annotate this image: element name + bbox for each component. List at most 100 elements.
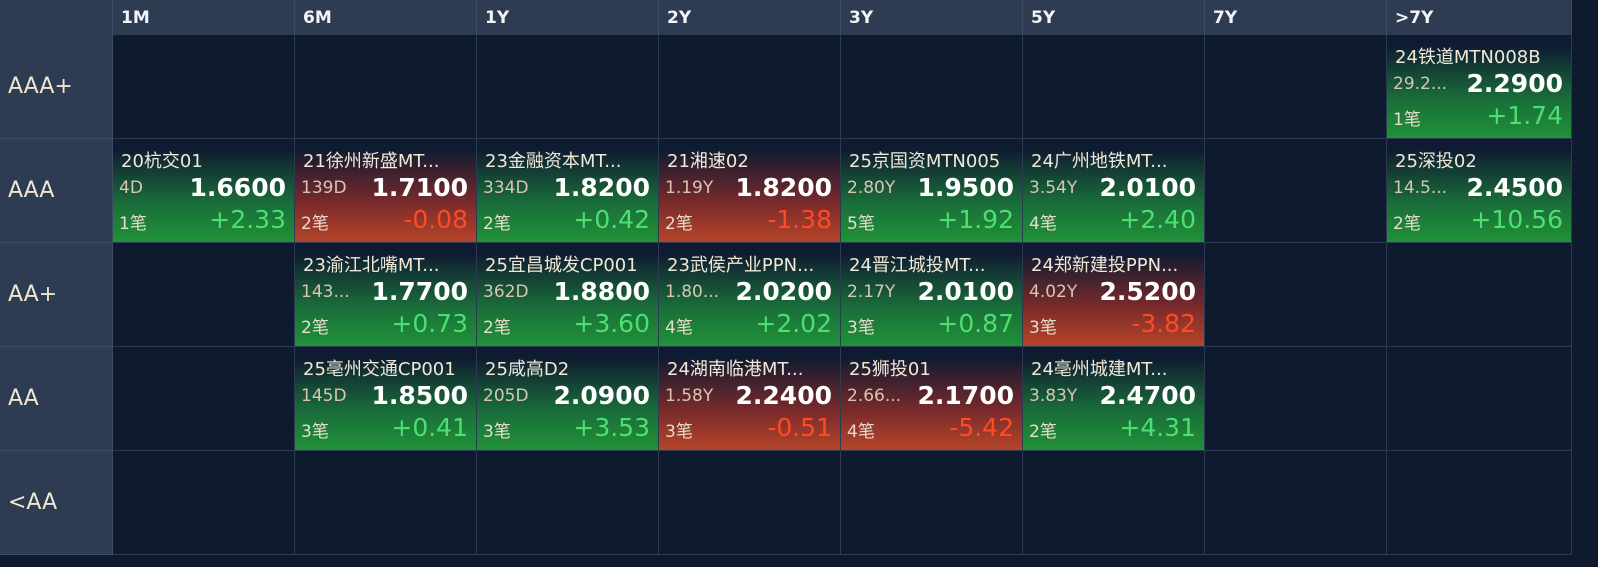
matrix-cell: 25京国资MTN005 2.80Y 1.9500 5笔 +1.92 bbox=[841, 139, 1023, 243]
trade-count: 5笔 bbox=[847, 214, 875, 234]
col-header-2y[interactable]: 2Y bbox=[659, 0, 841, 35]
matrix-cell: 25深投02 14.5... 2.4500 2笔 +10.56 bbox=[1387, 139, 1572, 243]
bond-name: 24湖南临港MT... bbox=[667, 359, 804, 380]
matrix-cell: 21徐州新盛MT... 139D 1.7100 2笔 -0.08 bbox=[295, 139, 477, 243]
bond-term: 334D bbox=[483, 178, 529, 198]
bond-term: 2.80Y bbox=[847, 178, 896, 198]
matrix-cell: 25亳州交通CP001 145D 1.8500 3笔 +0.41 bbox=[295, 347, 477, 451]
matrix-cell bbox=[659, 451, 841, 555]
bond-term: 362D bbox=[483, 282, 529, 302]
matrix-cell bbox=[113, 35, 295, 139]
rating-term-matrix: 1M 6M 1Y 2Y 3Y 5Y 7Y >7Y AAA+ 24铁道MTN008B… bbox=[0, 0, 1572, 555]
bond-card[interactable]: 24湖南临港MT... 1.58Y 2.2400 3笔 -0.51 bbox=[659, 347, 840, 450]
bond-card[interactable]: 24铁道MTN008B 29.2... 2.2900 1笔 +1.74 bbox=[1387, 35, 1571, 138]
yield-change: +0.41 bbox=[391, 413, 468, 442]
bond-card[interactable]: 23武侯产业PPN... 1.80... 2.0200 4笔 +2.02 bbox=[659, 243, 840, 346]
row-header-aa[interactable]: AA bbox=[0, 347, 113, 451]
trade-count: 2笔 bbox=[665, 214, 693, 234]
bond-card[interactable]: 25咸高D2 205D 2.0900 3笔 +3.53 bbox=[477, 347, 658, 450]
bond-name: 20杭交01 bbox=[121, 151, 203, 172]
bond-term: 14.5... bbox=[1393, 178, 1448, 198]
bond-card[interactable]: 25深投02 14.5... 2.4500 2笔 +10.56 bbox=[1387, 139, 1571, 242]
bond-yield: 1.7100 bbox=[371, 173, 468, 202]
yield-change: +0.42 bbox=[573, 205, 650, 234]
matrix-cell: 20杭交01 4D 1.6600 1笔 +2.33 bbox=[113, 139, 295, 243]
yield-change: +1.74 bbox=[1486, 101, 1563, 130]
bond-yield: 1.8800 bbox=[553, 277, 650, 306]
matrix-cell bbox=[1205, 451, 1387, 555]
bond-card[interactable]: 24晋江城投MT... 2.17Y 2.0100 3笔 +0.87 bbox=[841, 243, 1022, 346]
bond-name: 24亳州城建MT... bbox=[1031, 359, 1168, 380]
bond-name: 25咸高D2 bbox=[485, 359, 570, 380]
col-header-3y[interactable]: 3Y bbox=[841, 0, 1023, 35]
yield-change: -5.42 bbox=[949, 413, 1014, 442]
bond-name: 21湘速02 bbox=[667, 151, 749, 172]
bond-term: 3.83Y bbox=[1029, 386, 1078, 406]
matrix-cell bbox=[841, 451, 1023, 555]
matrix-cell bbox=[1205, 139, 1387, 243]
bond-name: 23武侯产业PPN... bbox=[667, 255, 815, 276]
row-header-aaa[interactable]: AAA bbox=[0, 139, 113, 243]
bond-name: 23金融资本MT... bbox=[485, 151, 622, 172]
bond-term: 1.80... bbox=[665, 282, 720, 302]
col-header-7y[interactable]: 7Y bbox=[1205, 0, 1387, 35]
col-header-1y[interactable]: 1Y bbox=[477, 0, 659, 35]
yield-change: +1.92 bbox=[937, 205, 1014, 234]
bond-name: 23渝江北嘴MT... bbox=[303, 255, 440, 276]
matrix-cell bbox=[295, 451, 477, 555]
bond-term: 3.54Y bbox=[1029, 178, 1078, 198]
bond-name: 24郑新建投PPN... bbox=[1031, 255, 1179, 276]
col-header-6m[interactable]: 6M bbox=[295, 0, 477, 35]
matrix-cell bbox=[1205, 347, 1387, 451]
bond-name: 24广州地铁MT... bbox=[1031, 151, 1168, 172]
matrix-cell bbox=[113, 243, 295, 347]
yield-change: +3.53 bbox=[573, 413, 650, 442]
bond-card[interactable]: 23金融资本MT... 334D 1.8200 2笔 +0.42 bbox=[477, 139, 658, 242]
bond-card[interactable]: 20杭交01 4D 1.6600 1笔 +2.33 bbox=[113, 139, 294, 242]
matrix-cell bbox=[1387, 347, 1572, 451]
matrix-cell: 24郑新建投PPN... 4.02Y 2.5200 3笔 -3.82 bbox=[1023, 243, 1205, 347]
matrix-cell bbox=[659, 35, 841, 139]
yield-change: -3.82 bbox=[1131, 309, 1196, 338]
bond-yield: 1.8200 bbox=[735, 173, 832, 202]
yield-change: +2.40 bbox=[1119, 205, 1196, 234]
bond-name: 25深投02 bbox=[1395, 151, 1477, 172]
trade-count: 4笔 bbox=[847, 422, 875, 442]
bond-card[interactable]: 24广州地铁MT... 3.54Y 2.0100 4笔 +2.40 bbox=[1023, 139, 1204, 242]
bond-card[interactable]: 24亳州城建MT... 3.83Y 2.4700 2笔 +4.31 bbox=[1023, 347, 1204, 450]
row-header-aaa-plus[interactable]: AAA+ bbox=[0, 35, 113, 139]
col-header-1m[interactable]: 1M bbox=[113, 0, 295, 35]
matrix-cell: 25宜昌城发CP001 362D 1.8800 2笔 +3.60 bbox=[477, 243, 659, 347]
bond-name: 21徐州新盛MT... bbox=[303, 151, 440, 172]
bond-term: 139D bbox=[301, 178, 347, 198]
bond-card[interactable]: 25宜昌城发CP001 362D 1.8800 2笔 +3.60 bbox=[477, 243, 658, 346]
bond-card[interactable]: 25京国资MTN005 2.80Y 1.9500 5笔 +1.92 bbox=[841, 139, 1022, 242]
bond-term: 145D bbox=[301, 386, 347, 406]
bond-name: 25京国资MTN005 bbox=[849, 151, 1001, 172]
bond-yield: 1.8500 bbox=[371, 381, 468, 410]
col-header-over-7y[interactable]: >7Y bbox=[1387, 0, 1572, 35]
bond-name: 24晋江城投MT... bbox=[849, 255, 986, 276]
matrix-cell: 25咸高D2 205D 2.0900 3笔 +3.53 bbox=[477, 347, 659, 451]
row-header-aa-plus[interactable]: AA+ bbox=[0, 243, 113, 347]
bond-card[interactable]: 21徐州新盛MT... 139D 1.7100 2笔 -0.08 bbox=[295, 139, 476, 242]
bond-card[interactable]: 25狮投01 2.66... 2.1700 4笔 -5.42 bbox=[841, 347, 1022, 450]
trade-count: 2笔 bbox=[1393, 214, 1421, 234]
bond-name: 24铁道MTN008B bbox=[1395, 47, 1541, 68]
bond-card[interactable]: 25亳州交通CP001 145D 1.8500 3笔 +0.41 bbox=[295, 347, 476, 450]
trade-count: 3笔 bbox=[665, 422, 693, 442]
bond-yield: 2.0900 bbox=[553, 381, 650, 410]
bond-card[interactable]: 23渝江北嘴MT... 143... 1.7700 2笔 +0.73 bbox=[295, 243, 476, 346]
bond-yield: 2.2900 bbox=[1466, 69, 1563, 98]
row-header-below-aa[interactable]: <AA bbox=[0, 451, 113, 555]
matrix-cell: 23武侯产业PPN... 1.80... 2.0200 4笔 +2.02 bbox=[659, 243, 841, 347]
trade-count: 2笔 bbox=[483, 318, 511, 338]
matrix-cell: 24亳州城建MT... 3.83Y 2.4700 2笔 +4.31 bbox=[1023, 347, 1205, 451]
col-header-5y[interactable]: 5Y bbox=[1023, 0, 1205, 35]
trade-count: 1笔 bbox=[1393, 110, 1421, 130]
matrix-cell: 24广州地铁MT... 3.54Y 2.0100 4笔 +2.40 bbox=[1023, 139, 1205, 243]
bond-yield: 2.4500 bbox=[1466, 173, 1563, 202]
bond-card[interactable]: 24郑新建投PPN... 4.02Y 2.5200 3笔 -3.82 bbox=[1023, 243, 1204, 346]
bond-card[interactable]: 21湘速02 1.19Y 1.8200 2笔 -1.38 bbox=[659, 139, 840, 242]
trade-count: 3笔 bbox=[1029, 318, 1057, 338]
